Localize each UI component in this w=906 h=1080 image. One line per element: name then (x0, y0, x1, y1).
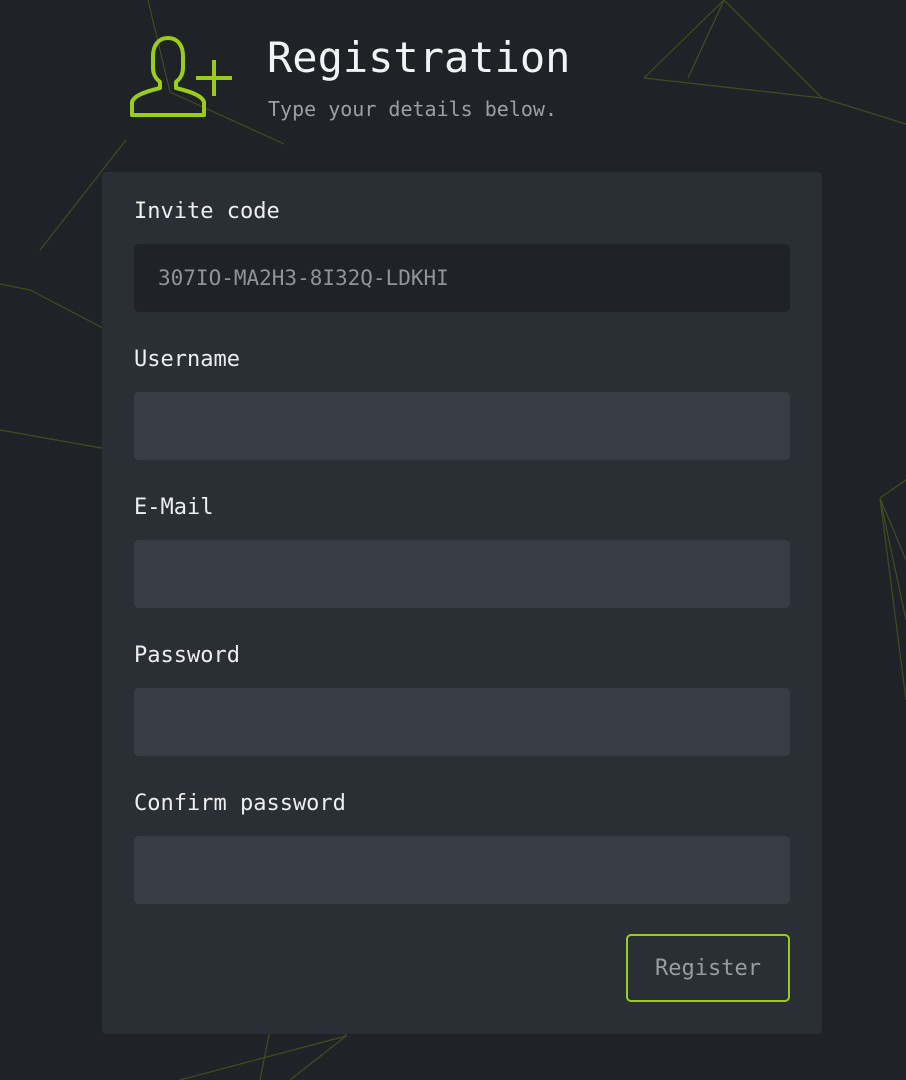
password-label: Password (134, 643, 240, 668)
invite-code-label: Invite code (134, 199, 280, 224)
registration-form: Invite code Username E-Mail Password Con… (102, 172, 822, 1034)
username-label: Username (134, 347, 240, 372)
email-label: E-Mail (134, 495, 214, 520)
page-title: Registration (267, 33, 571, 82)
page-subtitle: Type your details below. (268, 97, 557, 121)
invite-code-input[interactable] (134, 244, 790, 312)
register-button[interactable]: Register (626, 934, 790, 1002)
user-plus-icon (128, 32, 238, 122)
confirm-password-label: Confirm password (134, 791, 346, 816)
password-input[interactable] (134, 688, 790, 756)
username-input[interactable] (134, 392, 790, 460)
page-header: Registration Type your details below. (128, 30, 828, 130)
confirm-password-input[interactable] (134, 836, 790, 904)
email-input[interactable] (134, 540, 790, 608)
